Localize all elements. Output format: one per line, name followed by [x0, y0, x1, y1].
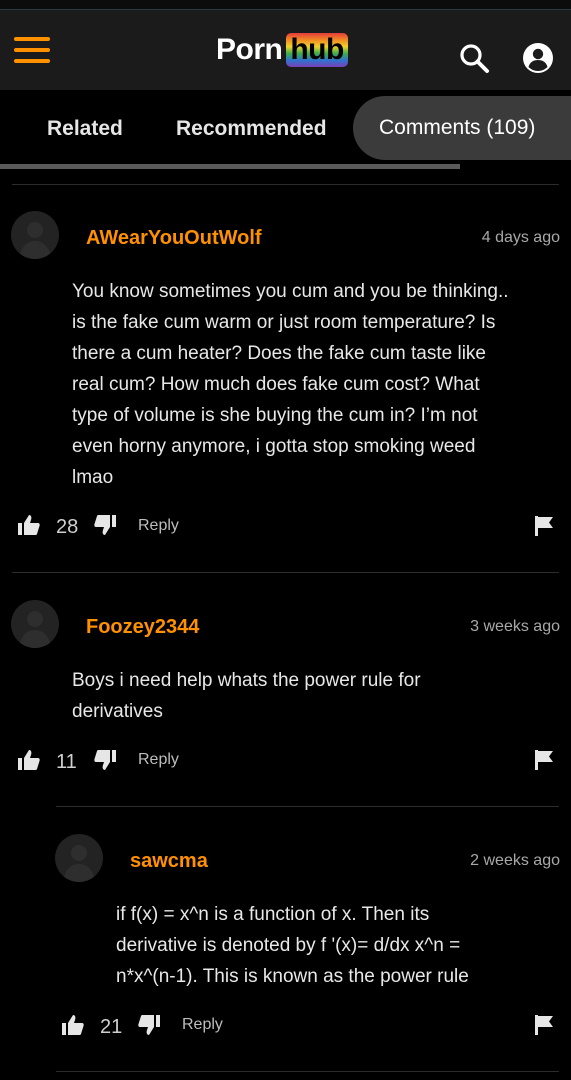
comment-line: real cum? How much does fake cum cost? W…: [72, 374, 480, 395]
flag-icon[interactable]: [535, 516, 553, 541]
comment-line: lmao: [72, 467, 114, 488]
avatar[interactable]: [55, 834, 103, 882]
reply-button[interactable]: Reply: [138, 751, 179, 769]
like-count: 21: [100, 1016, 123, 1038]
like-count: 11: [56, 751, 77, 773]
avatar[interactable]: [11, 211, 59, 259]
tab-bar: Related Recommended Comments (109): [0, 90, 571, 170]
comment-timestamp: 4 days ago: [481, 229, 560, 246]
reply-button[interactable]: Reply: [138, 517, 179, 535]
comment-line: there a cum heater? Does the fake cum ta…: [72, 343, 486, 364]
thumbs-up-icon[interactable]: [18, 514, 40, 541]
comment-line: is the fake cum warm or just room temper…: [72, 312, 496, 333]
thumbs-up-icon[interactable]: [18, 749, 40, 776]
site-logo[interactable]: Porn hub: [216, 30, 348, 70]
comment-line: type of volume is she buying the cum in?…: [72, 405, 478, 426]
tab-scrollbar[interactable]: [0, 164, 460, 169]
user-icon[interactable]: [522, 42, 554, 74]
comment-username[interactable]: Foozey2344: [86, 616, 199, 639]
comment-body: You know sometimes you cum and you be th…: [72, 276, 509, 493]
comment-line: even horny anymore, i gotta stop smoking…: [72, 436, 476, 457]
comment-body: if f(x) = x^n is a function of x. Then i…: [116, 899, 469, 992]
comment-timestamp: 2 weeks ago: [470, 852, 560, 869]
divider: [56, 806, 559, 807]
comment-username[interactable]: sawcma: [130, 850, 208, 873]
comment-body: Boys i need help whats the power rule fo…: [72, 665, 421, 727]
logo-text-secondary: hub: [286, 33, 348, 67]
comment-timestamp: 3 weeks ago: [470, 618, 560, 635]
thumbs-down-icon[interactable]: [94, 749, 116, 776]
comment-line: n*x^(n-1). This is known as the power ru…: [116, 966, 469, 987]
logo-text-primary: Porn: [216, 33, 283, 66]
divider: [12, 572, 559, 573]
divider: [12, 184, 559, 185]
comment-line: You know sometimes you cum and you be th…: [72, 281, 509, 302]
thumbs-up-icon[interactable]: [62, 1014, 84, 1041]
comment-username[interactable]: AWearYouOutWolf: [86, 227, 262, 250]
app-header: Porn hub: [0, 10, 571, 90]
search-icon[interactable]: [458, 42, 490, 74]
thumbs-down-icon[interactable]: [94, 514, 116, 541]
tab-recommended[interactable]: Recommended: [176, 108, 327, 150]
avatar[interactable]: [11, 600, 59, 648]
menu-icon[interactable]: [14, 37, 50, 63]
comment-line: if f(x) = x^n is a function of x. Then i…: [116, 904, 430, 925]
comment-line: Boys i need help whats the power rule fo…: [72, 670, 421, 691]
thumbs-down-icon[interactable]: [138, 1014, 160, 1041]
divider: [56, 1071, 559, 1072]
comment-line: derivative is denoted by f '(x)= d/dx x^…: [116, 935, 461, 956]
tab-related[interactable]: Related: [47, 108, 123, 150]
flag-icon[interactable]: [535, 750, 553, 775]
flag-icon[interactable]: [535, 1015, 553, 1040]
tab-comments[interactable]: Comments (109): [353, 96, 571, 160]
like-count: 28: [56, 516, 79, 538]
reply-button[interactable]: Reply: [182, 1016, 223, 1034]
comment-line: derivatives: [72, 701, 163, 722]
status-strip: [0, 0, 571, 10]
